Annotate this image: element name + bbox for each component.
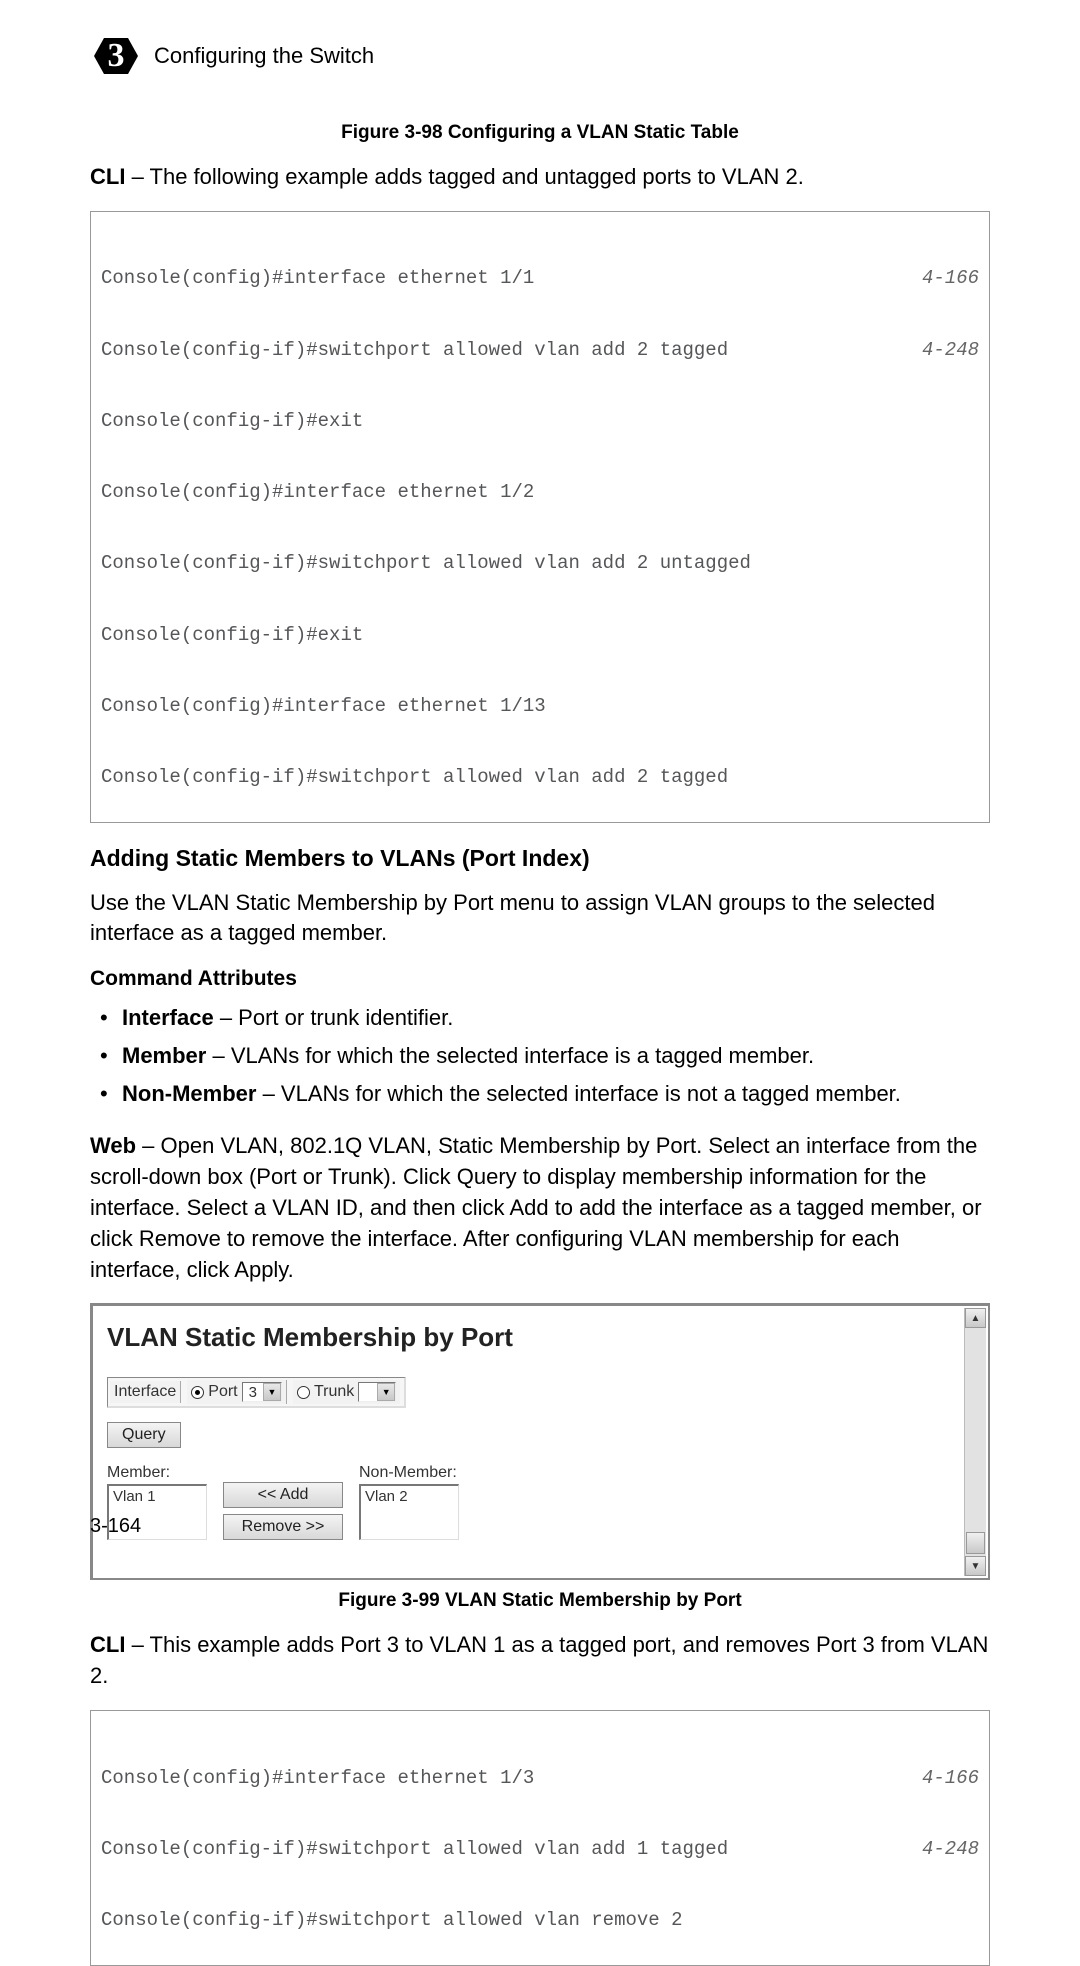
attr-interface-bold: Interface xyxy=(122,1005,214,1030)
interface-label-cell: Interface xyxy=(110,1381,181,1403)
code1-l1: Console(config-if)#switchport allowed vl… xyxy=(101,339,728,363)
attr-member-rest: – VLANs for which the selected interface… xyxy=(206,1043,814,1068)
code-block-2: Console(config)#interface ethernet 1/3 4-… xyxy=(90,1710,990,1966)
command-attributes-heading: Command Attributes xyxy=(90,967,990,991)
code2-l1: Console(config-if)#switchport allowed vl… xyxy=(101,1838,728,1862)
cli1-text: – The following example adds tagged and … xyxy=(125,164,803,189)
cli1-intro: CLI – The following example adds tagged … xyxy=(90,162,990,193)
remove-button[interactable]: Remove >> xyxy=(223,1514,343,1540)
code2-l2: Console(config-if)#switchport allowed vl… xyxy=(101,1909,683,1933)
trunk-select[interactable]: ▼ xyxy=(358,1382,396,1402)
list-item: Non-Member – VLANs for which the selecte… xyxy=(94,1077,990,1111)
list-item: Member – VLANs for which the selected in… xyxy=(94,1039,990,1073)
command-attributes-list: Interface – Port or trunk identifier. Me… xyxy=(94,1001,990,1111)
port-radio[interactable] xyxy=(191,1386,204,1399)
ui-title: VLAN Static Membership by Port xyxy=(107,1322,970,1353)
code1-l5: Console(config-if)#exit xyxy=(101,624,363,648)
code-block-1: Console(config)#interface ethernet 1/1 4-… xyxy=(90,211,990,823)
interface-selector-row: Interface Port 3 ▼ Trunk ▼ xyxy=(107,1377,406,1408)
chapter-number-text: 3 xyxy=(108,37,125,74)
add-button[interactable]: << Add xyxy=(223,1482,343,1508)
member-transfer-area: Member: Vlan 1 << Add Remove >> Non-Memb… xyxy=(107,1464,970,1540)
nonmember-list-item[interactable]: Vlan 2 xyxy=(365,1488,454,1505)
attr-nonmember-rest: – VLANs for which the selected interface… xyxy=(256,1081,900,1106)
figure-99-caption: Figure 3-99 VLAN Static Membership by Po… xyxy=(90,1590,990,1612)
member-label: Member: xyxy=(107,1464,207,1482)
trunk-radio[interactable] xyxy=(297,1386,310,1399)
member-list-item[interactable]: Vlan 1 xyxy=(113,1488,202,1505)
port-select[interactable]: 3 ▼ xyxy=(242,1382,282,1402)
port-radio-label: Port xyxy=(208,1383,237,1401)
list-item: Interface – Port or trunk identifier. xyxy=(94,1001,990,1035)
ui-figure-frame: VLAN Static Membership by Port Interface… xyxy=(90,1303,990,1580)
header-title: Configuring the Switch xyxy=(154,43,374,69)
interface-label: Interface xyxy=(114,1383,176,1401)
scroll-down-icon[interactable]: ▼ xyxy=(965,1556,986,1576)
nonmember-label: Non-Member: xyxy=(359,1464,459,1482)
attr-nonmember-bold: Non-Member xyxy=(122,1081,256,1106)
trunk-radio-cell[interactable]: Trunk ▼ xyxy=(293,1380,400,1404)
section-heading-bold: Adding Static Members to VLANs xyxy=(90,845,455,871)
web-para: Web – Open VLAN, 802.1Q VLAN, Static Mem… xyxy=(90,1131,990,1285)
ui-panel: VLAN Static Membership by Port Interface… xyxy=(93,1306,988,1578)
code1-l3: Console(config)#interface ethernet 1/2 xyxy=(101,481,534,505)
cli1-label: CLI xyxy=(90,164,125,189)
web-text: – Open VLAN, 802.1Q VLAN, Static Members… xyxy=(90,1133,982,1281)
chevron-down-icon[interactable]: ▼ xyxy=(377,1383,395,1401)
web-label: Web xyxy=(90,1133,136,1158)
section-heading-rest: (Port Index) xyxy=(455,845,589,871)
nonmember-column: Non-Member: Vlan 2 xyxy=(359,1464,459,1540)
figure-98-caption: Figure 3-98 Configuring a VLAN Static Ta… xyxy=(90,122,990,144)
chevron-down-icon[interactable]: ▼ xyxy=(263,1383,281,1401)
code1-l6: Console(config)#interface ethernet 1/13 xyxy=(101,695,546,719)
attr-member-bold: Member xyxy=(122,1043,206,1068)
code1-r0: 4-166 xyxy=(922,267,979,291)
code1-l4: Console(config-if)#switchport allowed vl… xyxy=(101,552,751,576)
port-radio-cell[interactable]: Port 3 ▼ xyxy=(187,1380,287,1404)
chapter-number-icon: 3 xyxy=(90,30,142,82)
port-select-value: 3 xyxy=(243,1384,263,1401)
transfer-buttons: << Add Remove >> xyxy=(223,1482,343,1540)
section-para: Use the VLAN Static Membership by Port m… xyxy=(90,888,990,950)
cli2-text: – This example adds Port 3 to VLAN 1 as … xyxy=(90,1632,988,1688)
code2-l0: Console(config)#interface ethernet 1/3 xyxy=(101,1767,534,1791)
scrollbar-thumb[interactable] xyxy=(966,1532,985,1554)
scroll-up-icon[interactable]: ▲ xyxy=(965,1308,986,1328)
attr-interface-rest: – Port or trunk identifier. xyxy=(214,1005,454,1030)
vertical-scrollbar[interactable]: ▲ ▼ xyxy=(964,1308,986,1576)
cli2-intro: CLI – This example adds Port 3 to VLAN 1… xyxy=(90,1630,990,1692)
code1-l0: Console(config)#interface ethernet 1/1 xyxy=(101,267,534,291)
code1-l2: Console(config-if)#exit xyxy=(101,410,363,434)
code1-l7: Console(config-if)#switchport allowed vl… xyxy=(101,766,728,790)
cli2-label: CLI xyxy=(90,1632,125,1657)
nonmember-listbox[interactable]: Vlan 2 xyxy=(359,1484,459,1540)
scrollbar-track[interactable] xyxy=(965,1328,986,1556)
query-button[interactable]: Query xyxy=(107,1422,181,1448)
code2-r1: 4-248 xyxy=(922,1838,979,1862)
code1-r1: 4-248 xyxy=(922,339,979,363)
code2-r0: 4-166 xyxy=(922,1767,979,1791)
page-number: 3-164 xyxy=(90,1515,141,1538)
page-header: 3 Configuring the Switch xyxy=(90,30,990,82)
trunk-radio-label: Trunk xyxy=(314,1383,354,1401)
section-heading: Adding Static Members to VLANs (Port Ind… xyxy=(90,845,990,872)
